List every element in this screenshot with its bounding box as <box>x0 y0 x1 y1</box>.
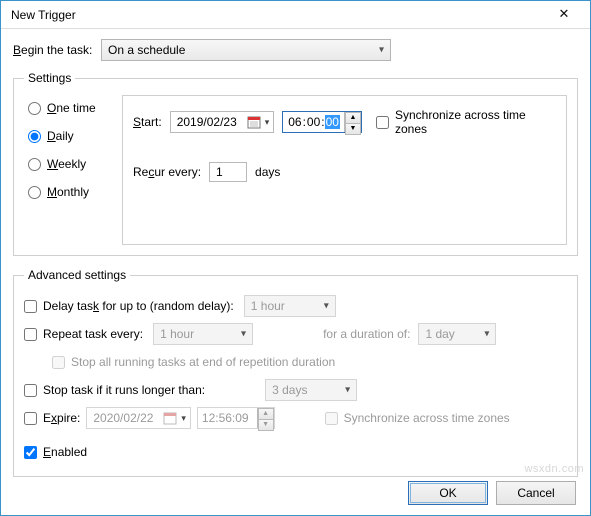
sync-timezones-input[interactable] <box>376 116 389 129</box>
recur-input[interactable]: 1 <box>209 162 247 182</box>
button-bar: OK Cancel <box>408 481 576 505</box>
stop-long-value: 3 days <box>272 383 307 397</box>
delay-check-input[interactable] <box>24 300 37 313</box>
begin-task-combo[interactable]: On a schedule ▾ <box>101 39 391 61</box>
enabled-check-input[interactable] <box>24 446 37 459</box>
spin-down-icon[interactable]: ▼ <box>345 123 361 135</box>
advanced-group: Advanced settings Delay task for up to (… <box>13 268 578 477</box>
expire-sync-input <box>325 412 338 425</box>
chevron-down-icon: ▾ <box>345 385 350 396</box>
sync-timezones-check[interactable]: Synchronize across time zones <box>376 108 556 136</box>
spin-up-icon[interactable]: ▲ <box>345 112 361 123</box>
delay-label: Delay task for up to (random delay): <box>43 299 234 313</box>
expire-date-input[interactable] <box>91 409 161 427</box>
advanced-legend: Advanced settings <box>24 268 130 282</box>
calendar-icon <box>247 115 261 129</box>
radio-weekly-input[interactable] <box>28 158 41 171</box>
delay-check[interactable]: Delay task for up to (random delay): <box>24 299 234 313</box>
start-label: Start: <box>133 115 162 129</box>
chevron-down-icon: ▾ <box>181 413 186 424</box>
radio-daily-input[interactable] <box>28 130 41 143</box>
begin-task-label: Begin the task: <box>13 43 97 57</box>
frequency-radios: One time Daily Weekly Monthly <box>24 95 122 245</box>
title-bar: New Trigger ✕ <box>1 1 590 29</box>
stop-all-check: Stop all running tasks at end of repetit… <box>52 355 335 369</box>
start-date-input[interactable] <box>175 113 245 131</box>
stop-long-combo[interactable]: 3 days ▾ <box>265 379 357 401</box>
recur-unit: days <box>255 165 280 179</box>
start-date-picker[interactable]: ▾ <box>170 111 275 133</box>
expire-sync-check: Synchronize across time zones <box>325 411 510 425</box>
time-spinner[interactable]: ▲▼ <box>257 408 274 428</box>
stop-all-label: Stop all running tasks at end of repetit… <box>71 355 335 369</box>
begin-task-value: On a schedule <box>108 43 185 57</box>
dialog-body: Begin the task: On a schedule ▾ Settings… <box>1 29 590 477</box>
stop-long-label: Stop task if it runs longer than: <box>43 383 205 397</box>
delay-value: 1 hour <box>251 299 285 313</box>
recur-label: Recur every: <box>133 165 201 179</box>
chevron-down-icon: ▾ <box>241 329 246 340</box>
window-title: New Trigger <box>11 8 544 22</box>
expire-date-picker[interactable]: ▾ <box>86 407 191 429</box>
radio-one-time[interactable]: One time <box>28 101 122 115</box>
radio-daily[interactable]: Daily <box>28 129 122 143</box>
radio-weekly[interactable]: Weekly <box>28 157 122 171</box>
sync-timezones-label: Synchronize across time zones <box>395 108 556 136</box>
radio-one-time-input[interactable] <box>28 102 41 115</box>
settings-group: Settings One time Daily Weekly <box>13 71 578 256</box>
stop-all-input <box>52 356 65 369</box>
repeat-check-input[interactable] <box>24 328 37 341</box>
repeat-value: 1 hour <box>160 327 194 341</box>
radio-monthly[interactable]: Monthly <box>28 185 122 199</box>
start-time-value: 06:00:00 <box>287 115 340 129</box>
calendar-icon <box>163 411 177 425</box>
expire-time-picker[interactable]: 12:56:09 ▲▼ <box>197 407 275 429</box>
repeat-label: Repeat task every: <box>43 327 143 341</box>
expire-check[interactable]: Expire: <box>24 411 80 425</box>
enabled-label: Enabled <box>43 445 87 459</box>
repeat-check[interactable]: Repeat task every: <box>24 327 143 341</box>
enabled-check[interactable]: Enabled <box>24 445 87 459</box>
expire-label: Expire: <box>43 411 80 425</box>
delay-combo[interactable]: 1 hour ▾ <box>244 295 336 317</box>
dialog-window: New Trigger ✕ Begin the task: On a sched… <box>0 0 591 516</box>
cancel-button[interactable]: Cancel <box>496 481 576 505</box>
stop-long-check[interactable]: Stop task if it runs longer than: <box>24 383 205 397</box>
expire-time-value: 12:56:09 <box>202 411 253 425</box>
close-button[interactable]: ✕ <box>544 4 584 26</box>
duration-label: for a duration of: <box>323 327 410 341</box>
spin-up-icon[interactable]: ▲ <box>258 408 274 419</box>
chevron-down-icon: ▾ <box>484 329 489 340</box>
start-time-picker[interactable]: 06:00:00 ▲▼ <box>282 111 362 133</box>
spin-down-icon[interactable]: ▼ <box>258 419 274 431</box>
chevron-down-icon: ▾ <box>265 117 270 128</box>
stop-long-input[interactable] <box>24 384 37 397</box>
expire-check-input[interactable] <box>24 412 37 425</box>
duration-combo[interactable]: 1 day ▾ <box>418 323 496 345</box>
duration-value: 1 day <box>425 327 454 341</box>
expire-sync-label: Synchronize across time zones <box>344 411 510 425</box>
schedule-details: Start: ▾ 06:00:00 ▲▼ <box>122 95 567 245</box>
time-spinner[interactable]: ▲▼ <box>344 112 361 132</box>
repeat-combo[interactable]: 1 hour ▾ <box>153 323 253 345</box>
settings-legend: Settings <box>24 71 75 85</box>
chevron-down-icon: ▾ <box>379 45 384 56</box>
chevron-down-icon: ▾ <box>324 301 329 312</box>
radio-monthly-input[interactable] <box>28 186 41 199</box>
ok-button[interactable]: OK <box>408 481 488 505</box>
